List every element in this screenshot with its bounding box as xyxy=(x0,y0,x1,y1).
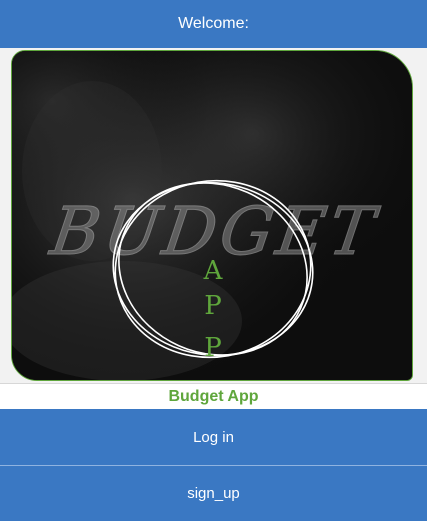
signup-button-label: sign_up xyxy=(187,485,240,502)
logo-letter-p1: P xyxy=(204,291,222,321)
page-title: Welcome: xyxy=(178,15,249,32)
signup-button[interactable]: sign_up xyxy=(0,466,427,521)
hero-image: BUDGET A P P xyxy=(11,50,413,381)
budget-app-logo: BUDGET A P P xyxy=(12,51,412,380)
logo-letter-p2: P xyxy=(204,333,222,363)
header-bar: Welcome: xyxy=(0,0,427,48)
logo-letter-a: A xyxy=(203,256,224,286)
hero-container: BUDGET A P P xyxy=(0,48,427,384)
app-name-caption: Budget App xyxy=(0,384,427,409)
login-button[interactable]: Log in xyxy=(0,409,427,465)
app-screen: Welcome: BUDGET A P P Budget App Log in … xyxy=(0,0,427,521)
login-button-label: Log in xyxy=(193,428,234,446)
